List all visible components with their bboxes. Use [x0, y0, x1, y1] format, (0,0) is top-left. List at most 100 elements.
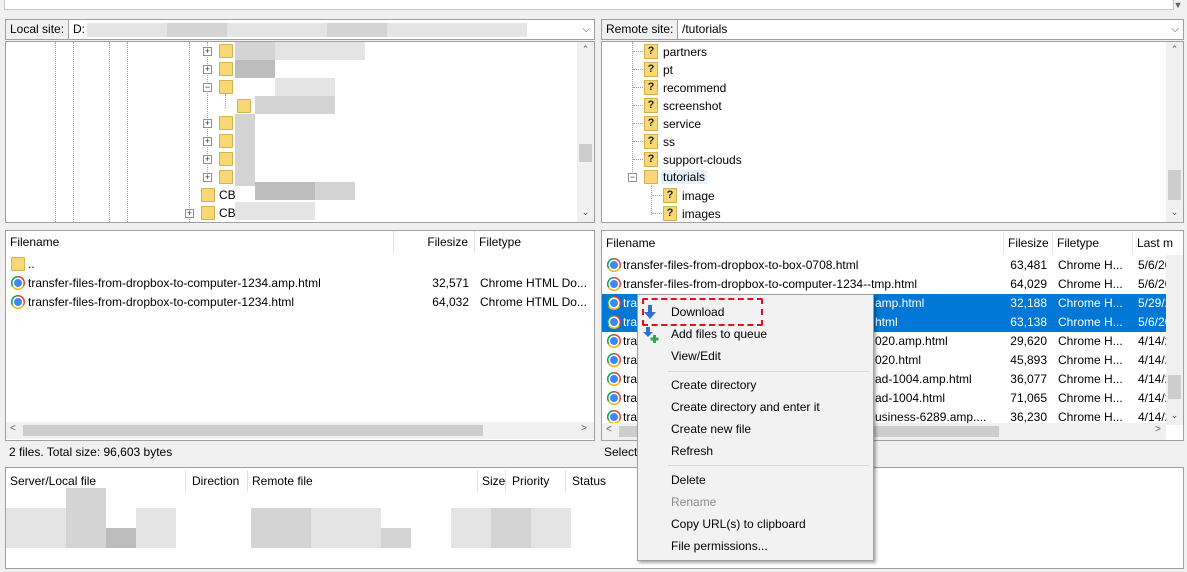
remote-tree-item[interactable]: pt	[663, 63, 673, 77]
column-filetype[interactable]: Filetype	[475, 231, 594, 253]
chrome-icon	[11, 276, 25, 290]
remote-tree-item[interactable]: ss	[663, 135, 675, 149]
file-name-tail: 020.html	[875, 353, 922, 367]
file-type: Chrome H...	[1058, 296, 1123, 310]
file-size: 63,138	[1010, 315, 1047, 329]
remote-tree-item[interactable]: service	[663, 117, 701, 131]
menu-item-create-file[interactable]: Create new file	[671, 418, 751, 440]
folder-icon	[219, 134, 233, 148]
table-row[interactable]: transfer-files-from-dropbox-to-computer-…	[6, 293, 594, 312]
folder-icon	[11, 257, 25, 271]
column-priority[interactable]: Priority	[508, 470, 566, 492]
question-folder-icon: ?	[644, 80, 658, 95]
column-remote-file[interactable]: Remote file	[248, 470, 478, 492]
question-folder-icon: ?	[644, 134, 658, 149]
scroll-down-icon[interactable]: ⌄	[577, 207, 594, 218]
context-menu[interactable]: Download Add files to queue View/Edit Cr…	[637, 294, 874, 561]
file-name: ..	[28, 257, 35, 271]
expand-icon[interactable]: +	[185, 209, 194, 218]
local-tree-item[interactable]: CB	[219, 206, 236, 220]
column-filetype[interactable]: Filetype	[1053, 232, 1133, 254]
collapse-icon[interactable]: −	[203, 83, 212, 92]
redacted-queue	[6, 508, 66, 548]
scroll-thumb[interactable]	[23, 425, 483, 436]
collapse-icon[interactable]: −	[628, 173, 637, 182]
menu-item-copy-url[interactable]: Copy URL(s) to clipboard	[671, 513, 806, 535]
scroll-down-icon[interactable]: ⌄	[1166, 410, 1183, 421]
add-queue-icon	[643, 327, 659, 343]
remote-tree-item[interactable]: images	[682, 207, 721, 221]
local-status-text: 2 files. Total size: 96,603 bytes	[9, 445, 173, 459]
file-name-tail: ad-1004.html	[875, 391, 946, 405]
local-tree-item[interactable]: CB	[219, 188, 236, 202]
local-site-path-combo[interactable]: D: ⌵	[68, 19, 595, 40]
question-folder-icon: ?	[663, 188, 677, 203]
menu-item-view-edit[interactable]: View/Edit	[671, 345, 721, 367]
remote-list-vscrollbar[interactable]: ⌄	[1166, 255, 1183, 425]
table-row[interactable]: transfer-files-from-dropbox-to-computer-…	[602, 275, 1183, 294]
menu-item-file-permissions[interactable]: File permissions...	[671, 535, 768, 557]
file-name-tail: 020.amp.html	[875, 334, 948, 348]
file-type: Chrome H...	[1058, 258, 1123, 272]
menu-item-add-to-queue[interactable]: Add files to queue	[671, 323, 767, 345]
remote-site-path-combo[interactable]: /tutorials ⌵	[677, 19, 1184, 40]
redacted-queue	[106, 528, 136, 548]
transfer-queue-panel[interactable]: Server/Local file Direction Remote file …	[5, 467, 1184, 569]
scroll-right-icon[interactable]: >	[1155, 424, 1161, 435]
local-list-hscrollbar[interactable]: < >	[6, 422, 594, 439]
scroll-up-icon[interactable]: ⌃	[577, 44, 594, 55]
remote-list-header: Filename ⌃ Filesize Filetype Last m	[602, 231, 1183, 255]
column-filesize[interactable]: Filesize	[1004, 232, 1053, 254]
expand-icon[interactable]: +	[203, 137, 212, 146]
remote-tree-item[interactable]: image	[682, 189, 715, 203]
scroll-left-icon[interactable]: <	[606, 424, 612, 435]
expand-icon[interactable]: +	[203, 119, 212, 128]
table-row[interactable]: transfer-files-from-dropbox-to-box-0708.…	[602, 256, 1183, 275]
expand-icon[interactable]: +	[203, 155, 212, 164]
chevron-down-icon: ⌵	[1171, 24, 1179, 35]
scroll-right-icon[interactable]: >	[581, 423, 587, 434]
remote-tree-scrollbar[interactable]: ⌃ ⌄	[1166, 42, 1183, 222]
column-direction[interactable]: Direction	[188, 470, 248, 492]
local-file-list[interactable]: Filename ⌃ Filesize Filetype .. transfer…	[5, 230, 595, 441]
menu-item-refresh[interactable]: Refresh	[671, 440, 713, 462]
expand-icon[interactable]: +	[203, 47, 212, 56]
remote-tree-item[interactable]: recommend	[663, 81, 726, 95]
column-filesize[interactable]: Filesize	[394, 231, 475, 253]
sort-asc-icon: ⌃	[196, 230, 205, 238]
file-type: Chrome H...	[1058, 334, 1123, 348]
column-size[interactable]: Size	[478, 470, 506, 492]
local-tree-scrollbar[interactable]: ⌃ ⌄	[577, 42, 594, 222]
menu-item-delete[interactable]: Delete	[671, 469, 706, 491]
remote-tree-item[interactable]: partners	[663, 45, 707, 59]
scroll-thumb[interactable]	[579, 144, 592, 162]
menu-item-create-directory[interactable]: Create directory	[671, 374, 756, 396]
scroll-up-icon[interactable]: ⌃	[1166, 44, 1183, 55]
table-row[interactable]: transfer-files-from-dropbox-to-computer-…	[6, 274, 594, 293]
redacted-name	[235, 202, 315, 220]
scroll-thumb[interactable]	[1168, 375, 1181, 399]
expand-icon[interactable]: +	[203, 173, 212, 182]
menu-item-create-directory-enter[interactable]: Create directory and enter it	[671, 396, 820, 418]
local-tree-panel[interactable]: + + − + + + + CB + CB ⌃ ⌄	[5, 41, 595, 223]
column-status[interactable]: Status	[568, 470, 648, 492]
chrome-icon	[607, 391, 621, 405]
folder-icon	[201, 206, 215, 220]
scroll-left-icon[interactable]: <	[10, 423, 16, 434]
remote-tree-item[interactable]: screenshot	[663, 99, 722, 113]
local-site-path: D:	[73, 22, 85, 36]
scroll-thumb[interactable]	[1168, 170, 1181, 200]
expand-icon[interactable]: +	[203, 65, 212, 74]
remote-tree-item-selected[interactable]: tutorials	[661, 170, 708, 184]
file-name-tail: html	[875, 315, 898, 329]
local-list-header: Filename ⌃ Filesize Filetype	[6, 230, 594, 253]
column-last-modified[interactable]: Last m	[1133, 232, 1183, 254]
scroll-down-icon[interactable]: ⌄	[1166, 207, 1183, 218]
redacted-path	[227, 23, 327, 37]
scroll-down-icon[interactable]: ▼	[1172, 0, 1184, 10]
remote-tree-item[interactable]: support-clouds	[663, 153, 742, 167]
local-site-label: Local site:	[5, 19, 70, 40]
column-filename[interactable]: Filename	[602, 232, 1004, 254]
remote-tree-panel[interactable]: ? partners ? pt ? recommend ? screenshot…	[601, 41, 1184, 223]
table-row[interactable]: ..	[6, 255, 594, 274]
